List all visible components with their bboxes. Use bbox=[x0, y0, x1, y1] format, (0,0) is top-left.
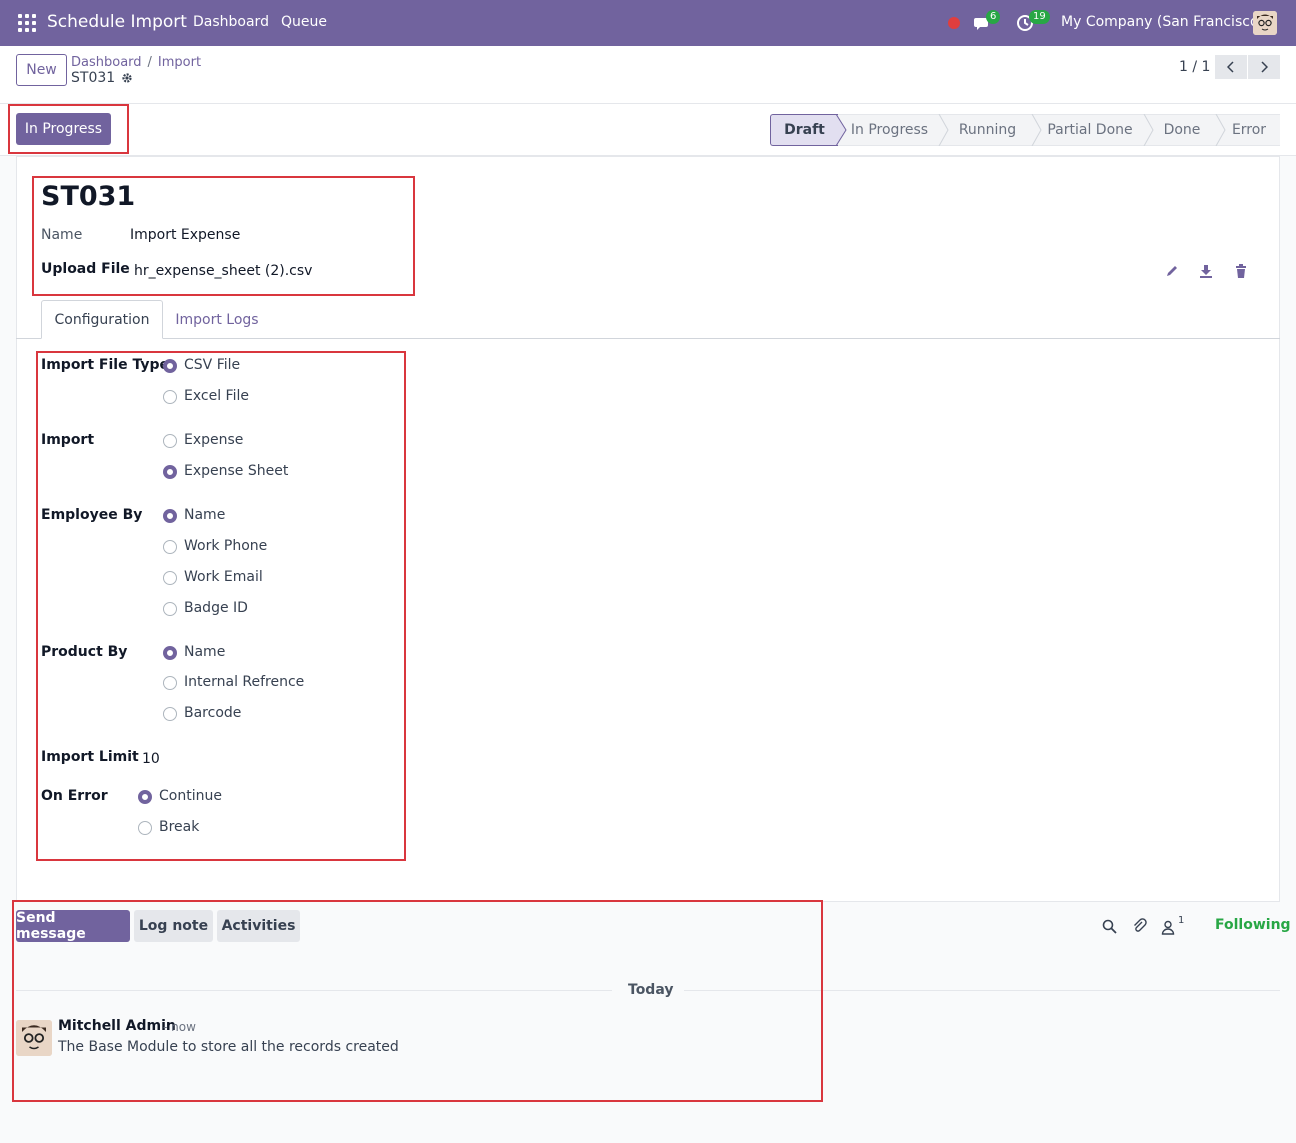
pager-previous-button[interactable] bbox=[1215, 55, 1247, 79]
annotation-box-header-fields bbox=[32, 176, 415, 296]
messages-count-badge: 6 bbox=[986, 10, 1001, 24]
stage-separators bbox=[836, 114, 1226, 146]
gear-icon[interactable] bbox=[121, 72, 133, 84]
paperclip-icon[interactable] bbox=[1132, 918, 1148, 934]
apps-menu-icon[interactable] bbox=[18, 14, 36, 32]
pager-value[interactable]: 1 / 1 bbox=[1179, 59, 1210, 75]
menu-queue[interactable]: Queue bbox=[281, 14, 327, 30]
user-avatar[interactable] bbox=[1253, 11, 1277, 35]
company-switcher[interactable]: My Company (San Francisco) bbox=[1061, 14, 1264, 30]
followers-count: 1 bbox=[1178, 915, 1185, 926]
record-name: ST031 bbox=[71, 70, 133, 86]
breadcrumb: Dashboard / Import bbox=[71, 55, 202, 70]
following-button[interactable]: Following bbox=[1215, 917, 1291, 933]
pager-next-button[interactable] bbox=[1248, 55, 1280, 79]
app-title[interactable]: Schedule Import bbox=[47, 12, 187, 32]
annotation-box-chatter bbox=[12, 900, 823, 1102]
new-button[interactable]: New bbox=[16, 54, 67, 86]
stage-draft[interactable]: Draft bbox=[770, 114, 838, 146]
control-panel: New Dashboard / Import ST031 1 / 1 bbox=[0, 46, 1296, 104]
notebook-tabs: Configuration Import Logs bbox=[16, 300, 1280, 339]
breadcrumb-dashboard[interactable]: Dashboard bbox=[71, 55, 142, 70]
tab-import-logs[interactable]: Import Logs bbox=[163, 300, 271, 339]
menu-dashboard[interactable]: Dashboard bbox=[193, 14, 269, 30]
edit-pencil-icon[interactable] bbox=[1165, 264, 1179, 278]
breadcrumb-import[interactable]: Import bbox=[158, 55, 201, 70]
activities-count-badge: 19 bbox=[1029, 10, 1050, 24]
search-icon[interactable] bbox=[1102, 919, 1117, 934]
annotation-box-configuration bbox=[36, 351, 406, 861]
top-navbar: Schedule Import Dashboard Queue 6 19 My … bbox=[0, 0, 1296, 46]
tab-configuration[interactable]: Configuration bbox=[41, 300, 163, 339]
recording-indicator-icon[interactable] bbox=[948, 17, 960, 29]
followers-user-icon[interactable] bbox=[1161, 920, 1175, 935]
download-icon[interactable] bbox=[1199, 264, 1213, 278]
delete-trash-icon[interactable] bbox=[1234, 264, 1248, 278]
record-name-text: ST031 bbox=[71, 70, 116, 86]
annotation-box-status-button bbox=[8, 104, 129, 154]
status-bar: In Progress Draft In Progress Running Pa… bbox=[0, 104, 1296, 156]
